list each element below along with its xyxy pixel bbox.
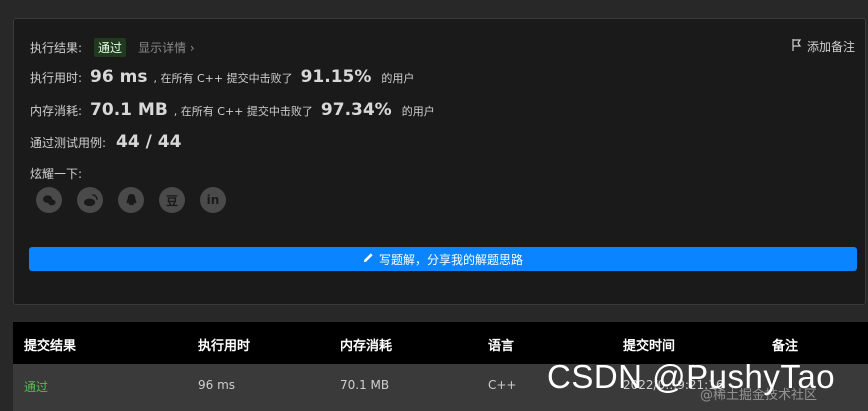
header-runtime: 执行用时 xyxy=(198,339,251,354)
write-solution-button[interactable]: 写题解，分享我的解题思路 xyxy=(29,247,857,271)
share-icons: 豆 in xyxy=(36,187,226,213)
row-runtime: 96 ms xyxy=(198,378,236,392)
status-badge: 通过 xyxy=(94,38,127,57)
memory-label: 内存消耗: xyxy=(30,104,83,118)
header-result: 提交结果 xyxy=(24,339,77,354)
memory-suffix: 的用户 xyxy=(401,105,435,118)
runtime-suffix: 的用户 xyxy=(381,72,415,85)
memory-value: 70.1 MB xyxy=(90,100,168,120)
share-label: 炫耀一下: xyxy=(30,167,83,181)
runtime-label: 执行用时: xyxy=(30,71,83,85)
runtime-percent: 91.15% xyxy=(300,67,372,87)
write-solution-label: 写题解，分享我的解题思路 xyxy=(378,252,523,267)
result-label: 执行结果: xyxy=(30,41,83,55)
tests-value: 44 / 44 xyxy=(116,132,182,152)
add-note-button[interactable]: 添加备注 xyxy=(792,38,855,55)
linkedin-icon[interactable]: in xyxy=(200,187,226,213)
memory-percent: 97.34% xyxy=(320,100,392,120)
header-language: 语言 xyxy=(488,339,515,354)
juejin-watermark: @稀土掘金技术社区 xyxy=(700,388,818,403)
header-note: 备注 xyxy=(772,339,799,354)
row-language: C++ xyxy=(488,378,517,392)
linkedin-glyph: in xyxy=(206,193,220,207)
weibo-icon[interactable] xyxy=(77,187,103,213)
memory-middle-text: , 在所有 C++ 提交中击败了 xyxy=(173,105,313,118)
wechat-icon[interactable] xyxy=(36,187,62,213)
result-row: 执行结果: 通过 显示详情 › xyxy=(30,38,195,57)
qq-icon[interactable] xyxy=(118,187,144,213)
runtime-value: 96 ms xyxy=(90,67,148,87)
header-memory: 内存消耗 xyxy=(340,339,393,354)
tests-label: 通过测试用例: xyxy=(30,136,107,150)
douban-icon[interactable]: 豆 xyxy=(159,187,185,213)
tests-row: 通过测试用例: 44 / 44 xyxy=(30,132,181,152)
memory-row: 内存消耗: 70.1 MB , 在所有 C++ 提交中击败了 97.34% 的用… xyxy=(30,100,435,120)
pencil-icon xyxy=(363,252,374,266)
header-submit-time: 提交时间 xyxy=(623,339,676,354)
submission-result-panel: 执行结果: 通过 显示详情 › 添加备注 执行用时: 96 ms , 在所有 C… xyxy=(13,18,866,305)
row-memory: 70.1 MB xyxy=(340,378,390,392)
add-note-label: 添加备注 xyxy=(806,40,855,54)
douban-glyph: 豆 xyxy=(165,193,178,208)
row-result[interactable]: 通过 xyxy=(24,378,48,395)
runtime-row: 执行用时: 96 ms , 在所有 C++ 提交中击败了 91.15% 的用户 xyxy=(30,67,414,87)
share-row: 炫耀一下: xyxy=(30,165,82,182)
runtime-middle-text: , 在所有 C++ 提交中击败了 xyxy=(153,72,293,85)
flag-icon xyxy=(792,39,802,54)
show-details-link[interactable]: 显示详情 › xyxy=(138,39,195,56)
